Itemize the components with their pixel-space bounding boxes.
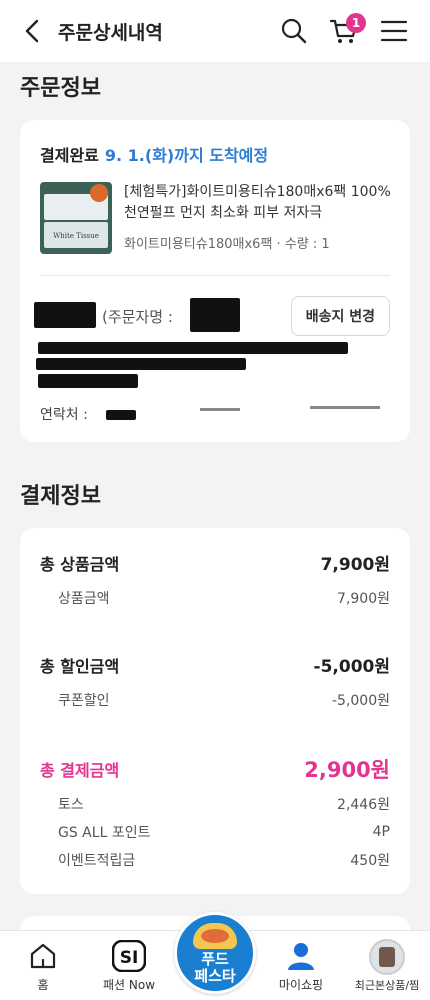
nav-fashion-now-label: 패션 Now: [102, 978, 156, 992]
chevron-left-icon: [25, 19, 39, 43]
product-amount-label: 상품금액: [58, 591, 110, 607]
payment-method-row: 토스 2,446원: [40, 794, 390, 814]
total-discount-value: -5,000원: [313, 657, 390, 677]
contact-label: 연락처 :: [40, 407, 88, 423]
product-amount-row: 상품금액 7,900원: [40, 588, 390, 608]
nav-home-label: 홈: [37, 978, 49, 992]
total-product-row: 총 상품금액 7,900원: [40, 550, 390, 576]
redacted-contact: [200, 408, 240, 411]
menu-button[interactable]: [376, 13, 412, 49]
nav-my-shopping-label: 마이쇼핑: [278, 978, 324, 992]
payment-method-label: 이벤트적립금: [58, 853, 136, 869]
payment-method-row: 이벤트적립금 450원: [40, 850, 390, 870]
search-button[interactable]: [276, 13, 312, 49]
orderer-label: (주문자명 :: [102, 308, 173, 326]
cart-count-badge: 1: [346, 13, 366, 33]
order-info-title: 주문정보: [20, 76, 101, 101]
nav-fashion-now[interactable]: SI 패션 Now: [86, 931, 172, 1000]
payment-method-row: GS ALL 포인트 4P: [40, 822, 390, 842]
food-festa-button[interactable]: 푸드 페스타: [174, 912, 256, 994]
food-topping-image: [201, 929, 229, 943]
top-header: 주문상세내역 1: [0, 0, 430, 62]
product-name[interactable]: [체험특가]화이트미용티슈180매x6팩 100%천연펄프 먼지 최소화 피부 …: [124, 182, 396, 224]
delivery-date: 9. 1.(화)까지 도착예정: [104, 146, 269, 165]
redacted-address: [38, 374, 138, 388]
coupon-discount-value: -5,000원: [331, 693, 390, 709]
redacted-contact: [310, 406, 380, 409]
redacted-address: [36, 358, 246, 370]
change-address-button[interactable]: 배송지 변경: [290, 296, 390, 336]
hamburger-menu-icon: [380, 20, 408, 42]
person-icon: [288, 943, 314, 970]
product-image-brand: White Tissue: [53, 232, 99, 240]
coupon-discount-label: 쿠폰할인: [58, 693, 110, 709]
svg-text:SI: SI: [120, 948, 139, 968]
my-shopping-icon-wrap: [283, 939, 319, 973]
search-icon: [281, 18, 307, 44]
nav-home[interactable]: 홈: [0, 931, 86, 1000]
nav-recent-label: 최근본상품/찜: [354, 979, 420, 992]
nav-my-shopping[interactable]: 마이쇼핑: [258, 931, 344, 1000]
product-amount-value: 7,900원: [337, 591, 390, 607]
redacted-address: [38, 342, 348, 354]
order-info-card: 결제완료 9. 1.(화)까지 도착예정 White Tissue [체험특가]화…: [20, 120, 410, 442]
total-discount-row: 총 할인금액 -5,000원: [40, 652, 390, 678]
coupon-discount-row: 쿠폰할인 -5,000원: [40, 690, 390, 710]
home-icon-wrap: [25, 939, 61, 973]
payment-method-value: 450원: [350, 853, 390, 869]
fashion-now-logo-icon: SI: [112, 940, 146, 972]
order-status: 결제완료: [40, 146, 99, 165]
back-button[interactable]: [18, 17, 46, 45]
brand-logo-icon: [90, 184, 108, 202]
redacted-orderer-name: [190, 298, 240, 332]
total-product-value: 7,900원: [320, 555, 390, 575]
payment-method-value: 2,446원: [337, 797, 390, 813]
redacted-name: [34, 302, 96, 328]
fashion-now-icon-wrap: SI: [111, 939, 147, 973]
cart-button[interactable]: 1: [326, 13, 366, 49]
product-thumbnail[interactable]: White Tissue: [40, 182, 112, 254]
payment-method-label: GS ALL 포인트: [58, 825, 151, 841]
redacted-contact: [106, 410, 136, 420]
home-icon: [30, 943, 56, 969]
total-payment-row: 총 결제금액 2,900원: [40, 754, 390, 784]
payment-info-title: 결제정보: [20, 484, 101, 509]
order-status-line: 결제완료 9. 1.(화)까지 도착예정: [40, 142, 268, 166]
recent-product-thumbnail: [369, 939, 405, 975]
product-option: 화이트미용티슈180매x6팩 · 수량 : 1: [124, 237, 330, 252]
recent-product-image: [379, 947, 395, 967]
page-title: 주문상세내역: [58, 21, 163, 44]
payment-method-label: 토스: [58, 797, 84, 813]
nav-recent-wishlist[interactable]: 최근본상품/찜: [344, 931, 430, 1000]
total-payment-value: 2,900원: [304, 758, 390, 782]
total-payment-label: 총 결제금액: [40, 761, 120, 780]
payment-info-card: 총 상품금액 7,900원 상품금액 7,900원 총 할인금액 -5,000원…: [20, 528, 410, 894]
food-festa-label: 푸드 페스타: [194, 950, 236, 985]
total-product-label: 총 상품금액: [40, 554, 120, 574]
divider: [40, 275, 390, 276]
total-discount-label: 총 할인금액: [40, 656, 120, 676]
payment-method-value: 4P: [372, 824, 390, 840]
